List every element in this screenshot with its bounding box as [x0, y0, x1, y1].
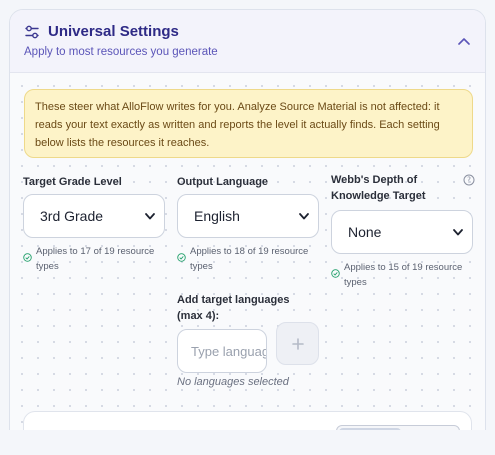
language-label: Output Language	[177, 176, 269, 188]
collapse-button[interactable]	[455, 32, 473, 50]
check-circle-icon	[331, 269, 340, 278]
grade-select-value: 3rd Grade	[40, 208, 104, 224]
svg-text:?: ?	[467, 176, 471, 185]
language-applies-note: Applies to 18 of 19 resource types	[177, 244, 321, 274]
chevron-down-icon	[299, 213, 309, 220]
check-circle-icon	[177, 253, 186, 262]
universal-settings-panel: Universal Settings Apply to most resourc…	[9, 9, 486, 455]
dok-field: Webb's Depth of Knowledge Target ? None …	[331, 172, 475, 290]
language-select[interactable]: English	[177, 194, 319, 238]
grade-applies-text: Applies to 17 of 19 resource types	[36, 246, 155, 272]
help-icon[interactable]: ?	[463, 174, 475, 186]
plus-icon	[291, 337, 304, 350]
language-select-value: English	[194, 208, 240, 224]
language-applies-text: Applies to 18 of 19 resource types	[190, 246, 309, 272]
chevron-down-icon	[453, 229, 463, 236]
grade-field: Target Grade Level 3rd Grade Applies to …	[23, 172, 167, 274]
check-circle-icon	[23, 253, 32, 262]
grade-applies-note: Applies to 17 of 19 resource types	[23, 244, 167, 274]
chevron-down-icon	[145, 213, 155, 220]
target-language-placeholder: Type language	[191, 343, 266, 359]
dok-label: Webb's Depth of Knowledge Target	[331, 174, 426, 202]
chevron-up-icon	[458, 38, 470, 45]
target-languages-label: Add target languages (max 4):	[177, 294, 290, 322]
page-bottom-strip	[0, 430, 495, 455]
panel-subtitle: Apply to most resources you generate	[24, 46, 218, 58]
dok-select-value: None	[348, 224, 382, 240]
target-language-input[interactable]: Type language	[177, 329, 267, 373]
language-field: Output Language English Applies to 18 of…	[177, 172, 321, 274]
dok-applies-note: Applies to 15 of 19 resource types	[331, 260, 475, 290]
dok-applies-text: Applies to 15 of 19 resource types	[344, 262, 463, 288]
grade-label: Target Grade Level	[23, 176, 122, 188]
panel-header[interactable]: Universal Settings Apply to most resourc…	[10, 10, 485, 73]
sliders-icon	[25, 25, 39, 39]
panel-title: Universal Settings	[48, 23, 179, 40]
info-notice: These steer what AlloFlow writes for you…	[24, 89, 473, 158]
add-language-button[interactable]	[276, 322, 319, 365]
dok-select[interactable]: None	[331, 210, 473, 254]
no-languages-text: No languages selected	[177, 376, 289, 388]
grade-select[interactable]: 3rd Grade	[23, 194, 165, 238]
notice-text: These steer what AlloFlow writes for you…	[35, 101, 440, 149]
